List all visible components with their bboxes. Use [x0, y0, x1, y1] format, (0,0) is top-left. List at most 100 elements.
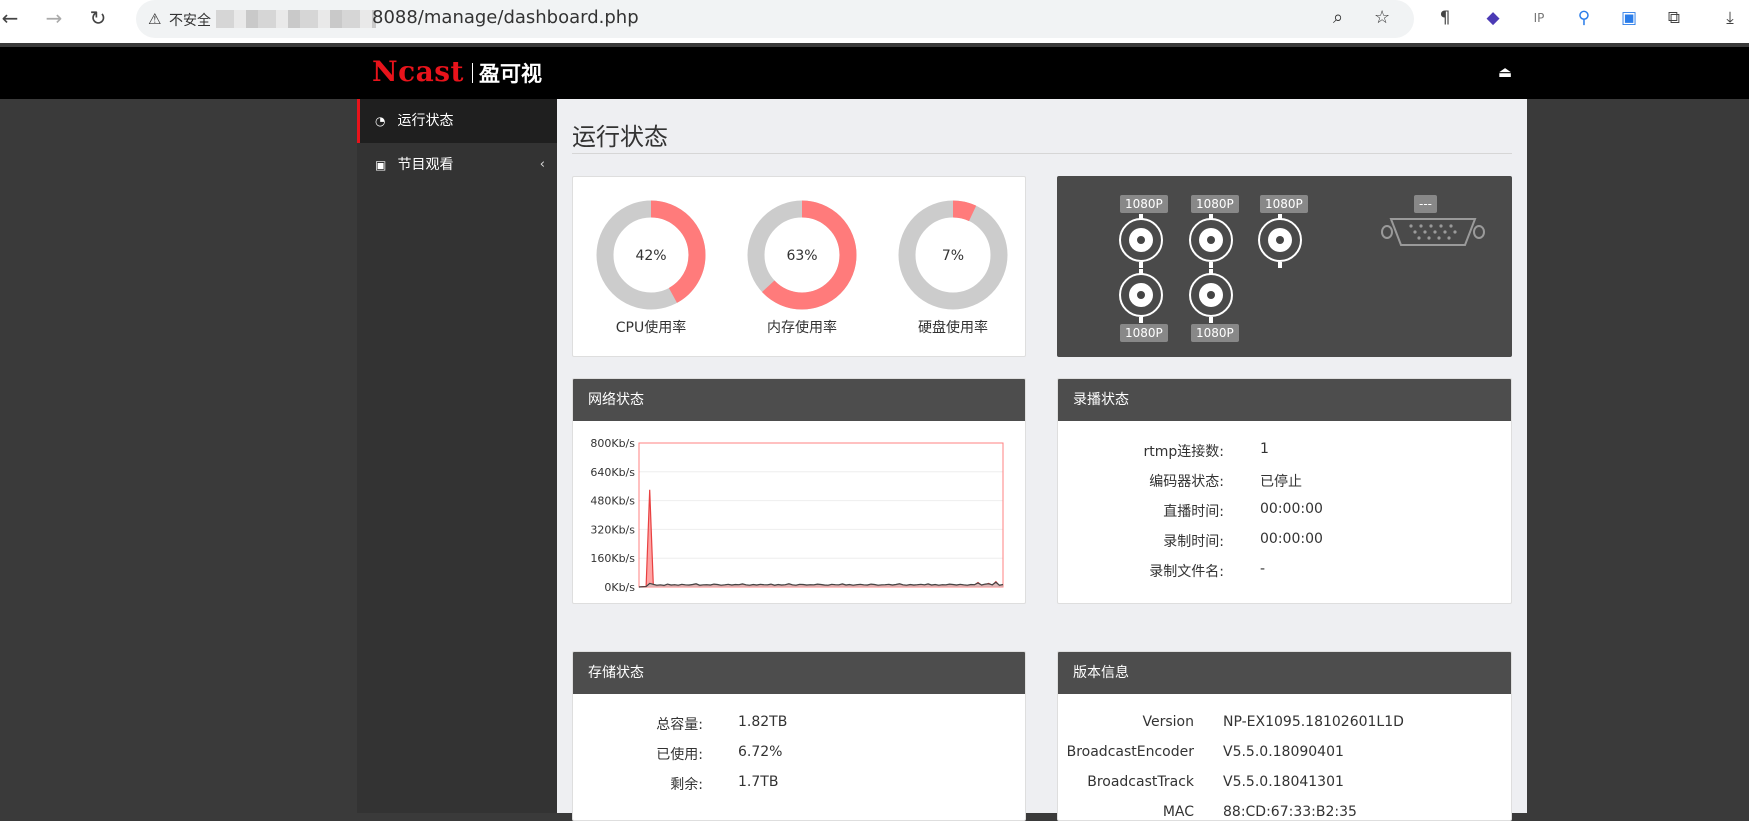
info-value: 6.72%	[738, 744, 783, 760]
info-value: -	[1260, 561, 1266, 577]
vga-label: ---	[1414, 195, 1437, 213]
y-tick-label: 640Kb/s	[590, 466, 635, 479]
zoom-icon[interactable]: ⌕	[1333, 7, 1343, 28]
ports-panel: 1080P 1080P 1080P 1080P 1080P ---	[1057, 176, 1512, 357]
y-tick-label: 160Kb/s	[590, 552, 635, 565]
gauge-ring: 7%	[898, 200, 1008, 310]
port-label: 1080P	[1191, 195, 1239, 213]
info-value: 1.7TB	[738, 774, 779, 790]
bookmark-star-icon[interactable]: ☆	[1374, 7, 1390, 28]
usage-panel: 42% CPU使用率 63% 内存使用率 7% 硬盘使用率	[572, 176, 1026, 357]
gauge-label: 内存使用率	[767, 320, 837, 336]
warning-icon: ⚠	[148, 10, 162, 28]
network-panel: 网络状态 0Kb/s 160Kb/s 320Kb/s 480Kb/s 640Kb/s 80…	[572, 378, 1026, 604]
panel-title: 存储状态	[573, 652, 1025, 694]
forward-icon[interactable]: →	[42, 6, 66, 30]
series-line	[638, 489, 1004, 588]
info-key: 录制时间:	[1163, 534, 1224, 550]
info-value: V5.5.0.18090401	[1223, 744, 1344, 760]
address-bar[interactable]: ⚠ 不安全 8088/manage/dashboard.php ⌕ ☆	[136, 0, 1414, 38]
series-area	[639, 489, 1003, 587]
info-row: rtmp连接数: 1	[1058, 441, 1511, 461]
plot-area	[638, 442, 1004, 588]
vga-port-icon	[1381, 218, 1485, 246]
info-value: 1.82TB	[738, 714, 788, 730]
panel-title: 录播状态	[1058, 379, 1511, 421]
info-value: 已停止	[1260, 474, 1302, 490]
info-value: V5.5.0.18041301	[1223, 774, 1344, 790]
info-key: BroadcastEncoder	[1066, 744, 1194, 760]
panel-title: 网络状态	[573, 379, 1025, 421]
info-row: 编码器状态: 已停止	[1058, 471, 1511, 491]
info-value: 1	[1260, 441, 1269, 457]
info-key: BroadcastTrack	[1087, 774, 1194, 790]
y-tick-label: 800Kb/s	[590, 437, 635, 450]
main-content: 运行状态 42% CPU使用率 63% 内存使用率 7% 硬盘使用率 1080P 1080…	[557, 99, 1527, 821]
info-row: 已使用: 6.72%	[573, 744, 1025, 764]
ip-extension-icon[interactable]: IP	[1527, 6, 1551, 30]
info-key: 编码器状态:	[1149, 474, 1224, 490]
chevron-left-icon: ‹	[539, 157, 545, 172]
reload-icon[interactable]: ↻	[86, 6, 110, 30]
gauge-value: 42%	[635, 248, 666, 264]
storage-panel: 存储状态 总容量: 1.82TB 已使用: 6.72% 剩余: 1.7TB	[572, 651, 1026, 821]
insecure-label: 不安全	[169, 13, 211, 29]
info-key: 直播时间:	[1163, 504, 1224, 520]
info-value: 00:00:00	[1260, 501, 1323, 517]
sidebar-item-watch[interactable]: ▣ 节目观看 ‹	[357, 143, 557, 187]
info-row: 剩余: 1.7TB	[573, 774, 1025, 794]
sidebar-item-status[interactable]: ◔ 运行状态	[357, 99, 557, 143]
gauge-value: 63%	[786, 248, 817, 264]
network-chart: 0Kb/s 160Kb/s 320Kb/s 480Kb/s 640Kb/s 800Kb/s	[590, 437, 1004, 594]
info-key: 录制文件名:	[1149, 564, 1224, 580]
info-row: 录制时间: 00:00:00	[1058, 531, 1511, 551]
info-value: 88:CD:67:33:B2:35	[1223, 804, 1357, 820]
info-row: 总容量: 1.82TB	[573, 714, 1025, 734]
logout-icon[interactable]: ⏏	[1495, 62, 1515, 82]
usage-gauge: 42% CPU使用率	[581, 199, 721, 337]
translate-icon[interactable]: ▣	[1617, 6, 1641, 30]
location-pin-icon[interactable]: ⚲	[1572, 6, 1596, 30]
title-divider	[572, 153, 1512, 154]
info-row: Version NP-EX1095.18102601L1D	[1058, 714, 1511, 734]
sdi-port-icon	[1189, 214, 1233, 268]
sidebar-item-label: 运行状态	[397, 113, 454, 129]
sidebar-item-label: 节目观看	[397, 157, 454, 173]
info-row: BroadcastTrack V5.5.0.18041301	[1058, 774, 1511, 794]
port-label: 1080P	[1191, 324, 1239, 342]
y-tick-label: 480Kb/s	[590, 495, 635, 508]
sdi-port-icon	[1119, 214, 1163, 268]
gauge-value: 7%	[942, 248, 964, 264]
url-text: 8088/manage/dashboard.php	[372, 7, 639, 28]
port-label: 1080P	[1260, 195, 1308, 213]
sdi-port-icon	[1119, 269, 1163, 323]
recording-panel: 录播状态 rtmp连接数: 1 编码器状态: 已停止 直播时间: 00:00:00 录制时间…	[1057, 378, 1512, 604]
graduation-extension-icon[interactable]: ◆	[1481, 6, 1505, 30]
info-key: 已使用:	[656, 747, 703, 763]
gauge-label: 硬盘使用率	[918, 320, 988, 336]
info-value: 00:00:00	[1260, 531, 1323, 547]
gauge-ring: 42%	[596, 200, 706, 310]
gauge-ring: 63%	[747, 200, 857, 310]
info-row: BroadcastEncoder V5.5.0.18090401	[1058, 744, 1511, 764]
back-icon[interactable]: ←	[0, 6, 22, 30]
info-key: 总容量:	[656, 717, 703, 733]
info-key: rtmp连接数:	[1143, 444, 1225, 460]
usage-gauge: 63% 内存使用率	[732, 199, 872, 337]
gauge-label: CPU使用率	[615, 320, 687, 336]
info-key: 剩余:	[670, 777, 703, 793]
pilcrow-extension-icon[interactable]: ¶	[1433, 6, 1457, 30]
sdi-port-icon	[1189, 269, 1233, 323]
port-label: 1080P	[1120, 324, 1168, 342]
logo-brand: Ncast	[372, 55, 464, 88]
info-key: Version	[1142, 714, 1194, 730]
version-panel: 版本信息 Version NP-EX1095.18102601L1D Broadca…	[1057, 651, 1512, 821]
sdi-port-icon	[1258, 214, 1302, 268]
dashboard-icon: ◔	[375, 114, 386, 128]
browser-toolbar: ← → ↻ ⚠ 不安全 8088/manage/dashboard.php ⌕ …	[0, 0, 1749, 43]
download-icon[interactable]: ⤓	[1718, 6, 1742, 30]
logo: Ncast 盈可视	[372, 55, 542, 91]
extensions-puzzle-icon[interactable]: ⧉	[1662, 6, 1686, 30]
info-key: MAC	[1162, 804, 1194, 820]
y-tick-label: 0Kb/s	[604, 581, 635, 594]
